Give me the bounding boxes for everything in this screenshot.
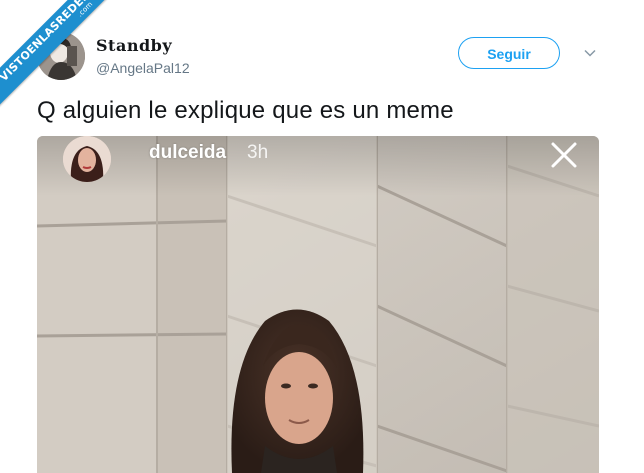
story-image[interactable]: dulceida 3h bbox=[37, 136, 599, 473]
watermark-ribbon: VISTOENLASREDES .com bbox=[0, 0, 110, 110]
story-header bbox=[37, 136, 599, 196]
story-username[interactable]: dulceida bbox=[149, 142, 226, 164]
user-handle[interactable]: @AngelaPal12 bbox=[96, 60, 190, 76]
chevron-down-icon[interactable] bbox=[583, 46, 597, 60]
story-avatar[interactable] bbox=[63, 136, 111, 182]
follow-button[interactable]: Seguir bbox=[458, 37, 560, 69]
close-icon[interactable] bbox=[549, 140, 579, 170]
story-timestamp: 3h bbox=[247, 142, 269, 163]
tweet-header: Standby @AngelaPal12 Seguir bbox=[37, 32, 614, 82]
